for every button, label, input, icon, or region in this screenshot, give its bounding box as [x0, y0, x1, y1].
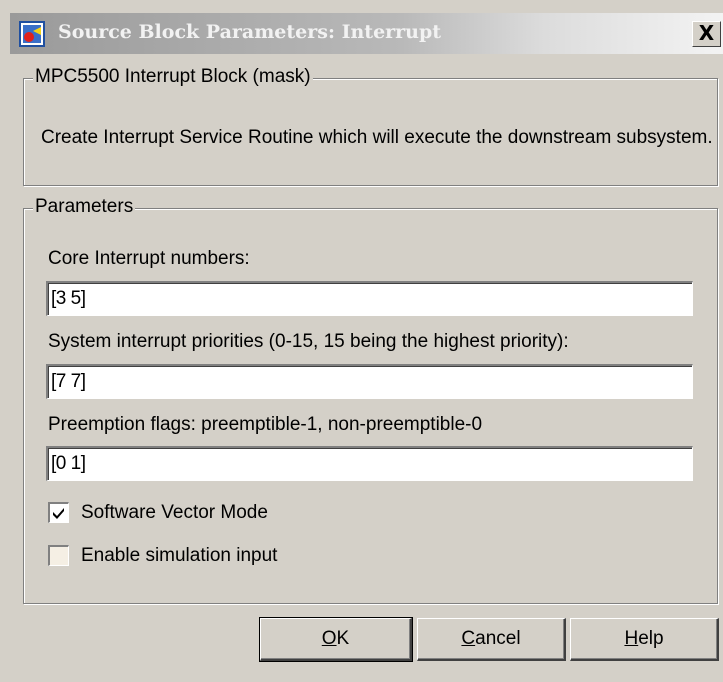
- preemption-label: Preemption flags: preemptible-1, non-pre…: [48, 414, 483, 435]
- core-interrupt-label: Core Interrupt numbers:: [48, 248, 250, 269]
- priority-field[interactable]: [7 7]: [46, 364, 693, 399]
- software-vector-checkbox[interactable]: [48, 502, 69, 523]
- close-button[interactable]: X: [692, 21, 721, 47]
- close-icon: X: [698, 21, 715, 45]
- mask-group-legend: MPC5500 Interrupt Block (mask): [33, 66, 313, 88]
- software-vector-label[interactable]: Software Vector Mode: [81, 502, 268, 524]
- core-interrupt-field[interactable]: [3 5]: [46, 281, 693, 316]
- cancel-label: ancel: [475, 628, 521, 649]
- help-label: elp: [638, 628, 664, 649]
- priority-label: System interrupt priorities (0-15, 15 be…: [48, 331, 569, 352]
- help-button[interactable]: Help: [570, 618, 719, 661]
- help-mnemonic: H: [624, 628, 639, 649]
- parameters-group-legend: Parameters: [33, 196, 136, 218]
- cancel-mnemonic: C: [461, 628, 476, 649]
- enable-simulation-label[interactable]: Enable simulation input: [81, 545, 277, 567]
- ok-button[interactable]: OK: [259, 617, 413, 662]
- window-title: Source Block Parameters: Interrupt: [58, 21, 442, 43]
- ok-mnemonic: O: [321, 628, 337, 649]
- enable-simulation-checkbox[interactable]: [48, 545, 69, 566]
- title-bar: Source Block Parameters: Interrupt X: [10, 13, 723, 54]
- cancel-button[interactable]: Cancel: [417, 618, 566, 661]
- checkmark-icon: [53, 508, 64, 519]
- simulink-app-icon: [19, 21, 45, 47]
- ok-label: K: [336, 628, 350, 649]
- mask-groupbox: MPC5500 Interrupt Block (mask) Create In…: [23, 66, 718, 186]
- mask-description: Create Interrupt Service Routine which w…: [41, 127, 713, 148]
- preemption-field[interactable]: [0 1]: [46, 446, 693, 481]
